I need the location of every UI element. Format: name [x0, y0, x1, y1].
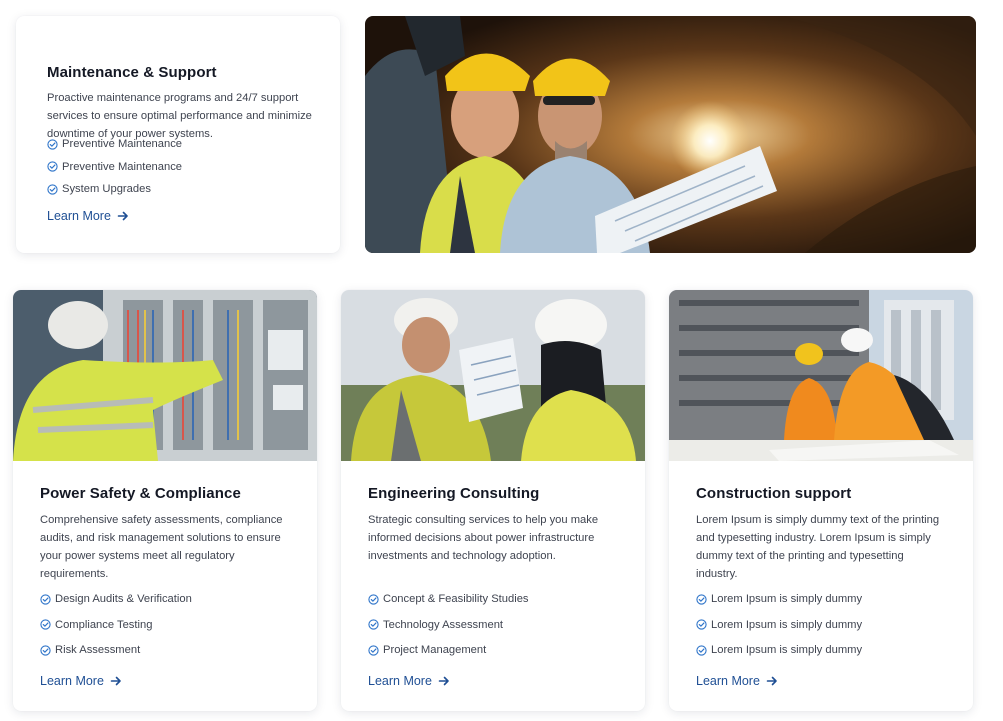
feature-label: Technology Assessment — [383, 618, 504, 631]
engineering-learn-more-link[interactable]: Learn More — [368, 674, 450, 688]
service-description: Comprehensive safety assessments, compli… — [40, 514, 283, 580]
feature-label: Lorem Ipsum is simply dummy — [711, 644, 863, 656]
service-card-power-safety: Power Safety & Compliance Comprehensive … — [13, 290, 317, 711]
list-item: Technology Assessment — [368, 618, 529, 632]
maintenance-card: Maintenance & Support Proactive maintena… — [16, 16, 340, 253]
check-circle-icon — [47, 139, 58, 150]
power-safety-learn-more-link[interactable]: Learn More — [40, 674, 122, 688]
check-circle-icon — [368, 594, 379, 605]
feature-label: Lorem Ipsum is simply dummy — [711, 618, 863, 631]
engineers-reviewing-plans-photo — [341, 290, 645, 461]
list-item: Preventive Maintenance — [47, 137, 182, 151]
check-circle-icon — [47, 161, 58, 172]
list-item: Design Audits & Verification — [40, 592, 192, 606]
list-item: Lorem Ipsum is simply dummy — [696, 592, 862, 606]
maintenance-learn-more-link[interactable]: Learn More — [47, 209, 129, 223]
check-circle-icon — [696, 619, 707, 630]
list-item: Lorem Ipsum is simply dummy — [696, 643, 862, 657]
service-feature-list: Design Audits & Verification Compliance … — [40, 592, 192, 669]
feature-label: Design Audits & Verification — [55, 593, 192, 605]
check-circle-icon — [40, 619, 51, 630]
feature-label: System Upgrades — [62, 183, 151, 195]
maintenance-description: Proactive maintenance programs and 24/7 … — [47, 92, 312, 140]
arrow-right-icon — [110, 675, 122, 687]
feature-label: Preventive Maintenance — [62, 138, 183, 150]
feature-label: Project Management — [383, 644, 487, 656]
feature-label: Preventive Maintenance — [62, 160, 183, 173]
link-label: Learn More — [47, 209, 111, 223]
service-feature-list: Concept & Feasibility Studies Technology… — [368, 592, 529, 669]
arrow-right-icon — [766, 675, 778, 687]
check-circle-icon — [368, 619, 379, 630]
link-label: Learn More — [40, 674, 104, 688]
feature-label: Lorem Ipsum is simply dummy — [711, 593, 863, 605]
list-item: System Upgrades — [47, 182, 182, 196]
service-title: Engineering Consulting — [368, 485, 540, 502]
check-circle-icon — [368, 645, 379, 656]
check-circle-icon — [40, 645, 51, 656]
service-description: Lorem Ipsum is simply dummy text of the … — [696, 514, 940, 580]
link-label: Learn More — [696, 674, 760, 688]
check-circle-icon — [696, 645, 707, 656]
list-item: Lorem Ipsum is simply dummy — [696, 618, 862, 632]
list-item: Compliance Testing — [40, 618, 192, 632]
check-circle-icon — [696, 594, 707, 605]
arrow-right-icon — [117, 210, 129, 222]
feature-label: Compliance Testing — [55, 618, 153, 631]
service-card-construction-support: Construction support Lorem Ipsum is simp… — [669, 290, 973, 711]
maintenance-feature-list: Preventive Maintenance Preventive Mainte… — [47, 137, 182, 205]
check-circle-icon — [40, 594, 51, 605]
list-item: Risk Assessment — [40, 643, 192, 657]
check-circle-icon — [47, 184, 58, 195]
feature-label: Concept & Feasibility Studies — [383, 593, 529, 605]
arrow-right-icon — [438, 675, 450, 687]
service-card-engineering-consulting: Engineering Consulting Strategic consult… — [341, 290, 645, 711]
service-title: Power Safety & Compliance — [40, 485, 241, 502]
construction-site-photo — [669, 290, 973, 461]
service-title: Construction support — [696, 485, 852, 502]
service-description: Strategic consulting services to help yo… — [368, 514, 599, 562]
list-item: Concept & Feasibility Studies — [368, 592, 529, 606]
workers-in-tunnel-photo — [365, 16, 976, 253]
construction-learn-more-link[interactable]: Learn More — [696, 674, 778, 688]
feature-label: Risk Assessment — [55, 644, 141, 656]
list-item: Project Management — [368, 643, 529, 657]
list-item: Preventive Maintenance — [47, 160, 182, 174]
service-feature-list: Lorem Ipsum is simply dummy Lorem Ipsum … — [696, 592, 862, 669]
electrician-at-panel-photo — [13, 290, 317, 461]
link-label: Learn More — [368, 674, 432, 688]
maintenance-title: Maintenance & Support — [47, 64, 217, 81]
